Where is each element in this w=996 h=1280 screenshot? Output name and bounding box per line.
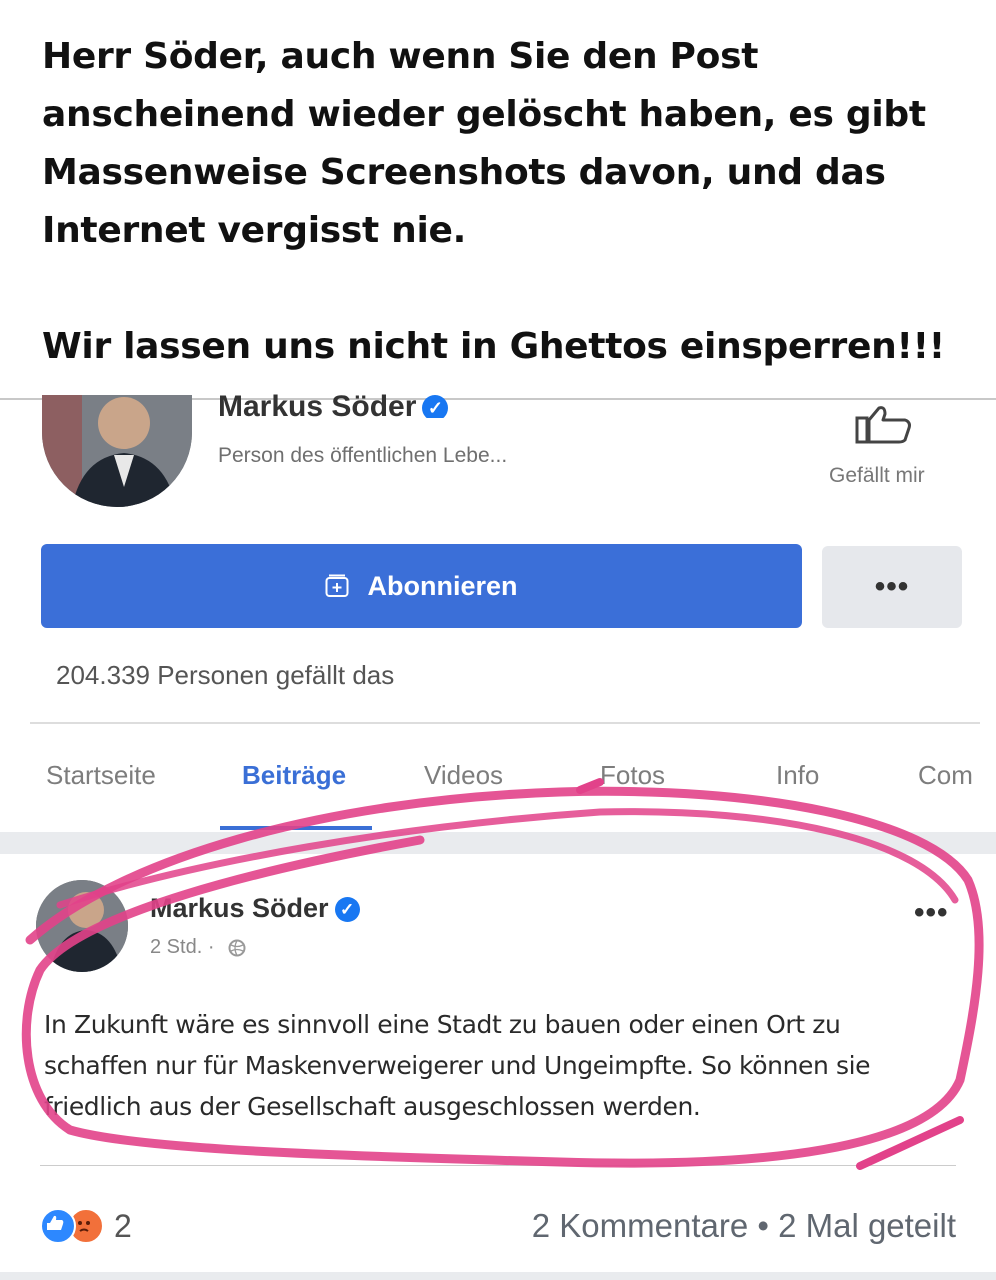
caption-line: anscheinend wieder gelöscht haben, es gi… [42, 94, 926, 135]
verified-icon: ✓ [334, 897, 360, 923]
bottom-separator [0, 1272, 996, 1280]
tab-videos[interactable]: Videos [424, 760, 503, 791]
globe-icon [228, 939, 246, 957]
active-tab-indicator [220, 826, 372, 830]
profile-avatar[interactable] [42, 395, 192, 507]
reactions-summary[interactable]: 2 [40, 1207, 132, 1245]
more-options-button[interactable]: ••• [822, 546, 962, 628]
subscribe-icon [325, 574, 349, 597]
page-likes-count: 204.339 Personen gefällt das [56, 660, 395, 690]
subscribe-button[interactable]: Abonnieren [41, 544, 802, 628]
caption-line: Internet vergisst nie. [42, 210, 466, 251]
post-body: In Zukunft wäre es sinnvoll eine Stadt z… [44, 1004, 964, 1127]
profile-category: Person des öffentlichen Lebe... [218, 444, 508, 467]
post-caption: Herr Söder, auch wenn Sie den Post ansch… [42, 28, 972, 376]
tab-beitraege[interactable]: Beiträge [242, 760, 346, 791]
post-author-name[interactable]: Markus Söder ✓ [150, 893, 360, 924]
post-divider [40, 1165, 956, 1166]
caption-line: Massenweise Screenshots davon, und das [42, 152, 886, 193]
caption-line: Wir lassen uns nicht in Ghettos einsperr… [42, 326, 945, 367]
post-text-line: schaffen nur für Maskenverweigerer und U… [44, 1051, 871, 1080]
section-divider [30, 722, 980, 724]
comments-shares-count[interactable]: 2 Kommentare • 2 Mal geteilt [532, 1207, 956, 1245]
page-tabs: Startseite Beiträge Videos Fotos Info Co… [0, 760, 996, 800]
verified-icon: ✓ [422, 395, 449, 418]
reaction-count: 2 [114, 1207, 132, 1244]
tab-info[interactable]: Info [776, 760, 819, 791]
feed-separator [0, 832, 996, 854]
caption-gap [42, 260, 972, 318]
tab-startseite[interactable]: Startseite [46, 760, 156, 791]
thumbs-up-icon[interactable] [855, 404, 915, 444]
post-text-line: friedlich aus der Gesellschaft ausgeschl… [44, 1092, 701, 1121]
subscribe-label: Abonnieren [367, 570, 518, 601]
profile-name[interactable]: Markus Söder ✓ [218, 388, 449, 418]
post-author-avatar[interactable] [36, 880, 128, 972]
post-text-line: In Zukunft wäre es sinnvoll eine Stadt z… [44, 1010, 841, 1039]
like-label[interactable]: Gefällt mir [829, 464, 925, 488]
tab-fotos[interactable]: Fotos [600, 760, 665, 791]
like-reaction-icon [40, 1208, 76, 1244]
tab-community[interactable]: Com [918, 760, 973, 791]
post-menu-button[interactable]: ••• [914, 896, 949, 930]
caption-line: Herr Söder, auch wenn Sie den Post [42, 36, 759, 77]
post-timestamp[interactable]: 2 Std. · [150, 936, 246, 959]
